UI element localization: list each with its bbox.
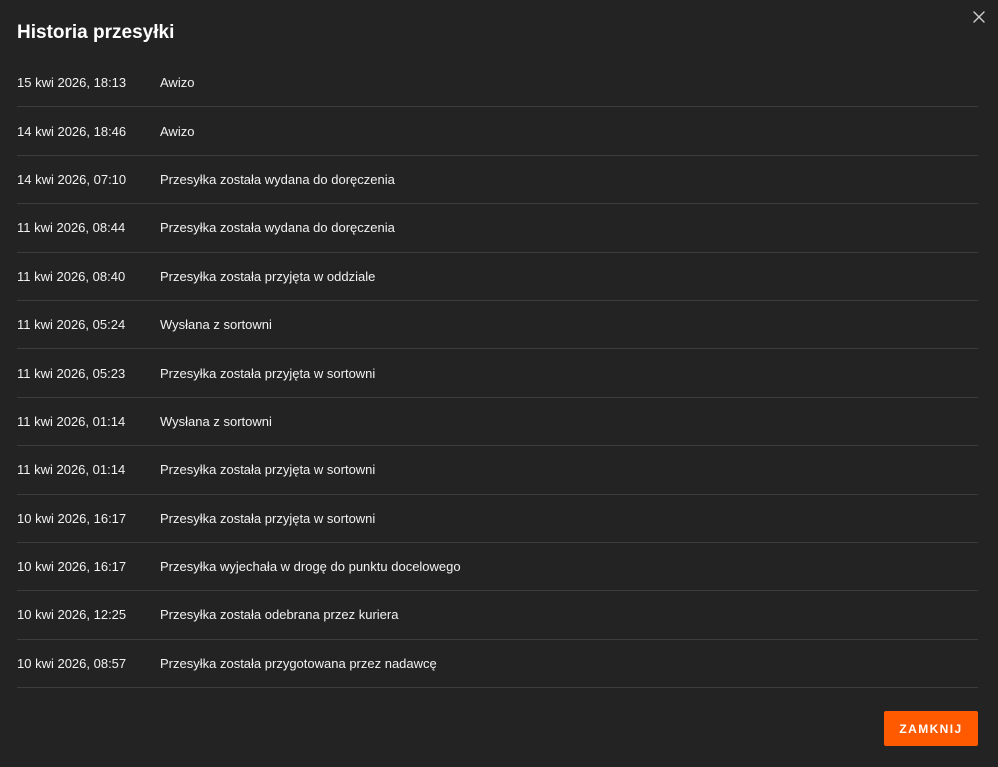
history-date: 11 kwi 2026, 01:14: [17, 413, 126, 429]
history-row: 10 kwi 2026, 16:17 Przesyłka wyjechała w…: [17, 543, 978, 592]
history-status: Przesyłka została przyjęta w sortowni: [160, 462, 376, 478]
history-date: 11 kwi 2026, 08:44: [17, 220, 126, 236]
history-date: 11 kwi 2026, 05:24: [17, 317, 126, 333]
history-status: Wysłana z sortowni: [160, 413, 272, 429]
history-date: 14 kwi 2026, 07:10: [17, 171, 127, 187]
history-status: Przesyłka została przyjęta w oddziale: [160, 268, 376, 284]
history-row: 10 kwi 2026, 12:25 Przesyłka została ode…: [17, 591, 978, 640]
history-row: 10 kwi 2026, 16:17 Przesyłka została prz…: [17, 495, 978, 543]
history-row: 15 kwi 2026, 18:13 Awizo: [17, 59, 978, 108]
history-status: Przesyłka została przygotowana przez nad…: [160, 655, 437, 671]
history-row: 14 kwi 2026, 18:46 Awizo: [17, 107, 978, 156]
history-row: 11 kwi 2026, 05:23 Przesyłka została prz…: [17, 349, 978, 398]
history-date: 10 kwi 2026, 08:57: [17, 655, 127, 671]
history-date: 11 kwi 2026, 01:14: [17, 462, 126, 478]
history-status: Przesyłka została wydana do doręczenia: [160, 220, 395, 236]
history-status: Przesyłka została przyjęta w sortowni: [160, 510, 376, 526]
history-date: 10 kwi 2026, 16:17: [17, 510, 127, 526]
history-date: 11 kwi 2026, 08:40: [17, 268, 126, 284]
history-status: Wysłana z sortowni: [160, 317, 272, 333]
modal-title: Historia przesyłki: [17, 22, 175, 43]
history-date: 10 kwi 2026, 12:25: [17, 607, 127, 623]
history-status: Awizo: [160, 123, 195, 139]
history-row: 11 kwi 2026, 08:40 Przesyłka została prz…: [17, 253, 978, 301]
history-row: 14 kwi 2026, 07:10 Przesyłka została wyd…: [17, 156, 978, 205]
close-icon[interactable]: [968, 6, 990, 28]
history-row: 11 kwi 2026, 08:44 Przesyłka została wyd…: [17, 204, 978, 253]
history-row: 10 kwi 2026, 08:57 Przesyłka została prz…: [17, 640, 978, 689]
history-row: 11 kwi 2026, 01:14 Przesyłka została prz…: [17, 446, 978, 495]
history-list: 15 kwi 2026, 18:13 Awizo 14 kwi 2026, 18…: [17, 59, 978, 689]
history-status: Przesyłka została wydana do doręczenia: [160, 171, 395, 187]
history-date: 14 kwi 2026, 18:46: [17, 123, 127, 139]
history-date: 10 kwi 2026, 16:17: [17, 559, 127, 575]
history-status: Przesyłka została odebrana przez kuriera: [160, 607, 399, 623]
history-status: Awizo: [160, 75, 195, 91]
history-status: Przesyłka została przyjęta w sortowni: [160, 365, 376, 381]
history-row: 11 kwi 2026, 01:14 Wysłana z sortowni: [17, 398, 978, 447]
history-date: 11 kwi 2026, 05:23: [17, 365, 126, 381]
close-button[interactable]: ZAMKNIJ: [884, 711, 978, 746]
history-status: Przesyłka wyjechała w drogę do punktu do…: [160, 559, 461, 575]
shipment-history-modal: Historia przesyłki 15 kwi 2026, 18:13 Aw…: [0, 0, 998, 767]
history-date: 15 kwi 2026, 18:13: [17, 75, 127, 91]
history-row: 11 kwi 2026, 05:24 Wysłana z sortowni: [17, 301, 978, 350]
